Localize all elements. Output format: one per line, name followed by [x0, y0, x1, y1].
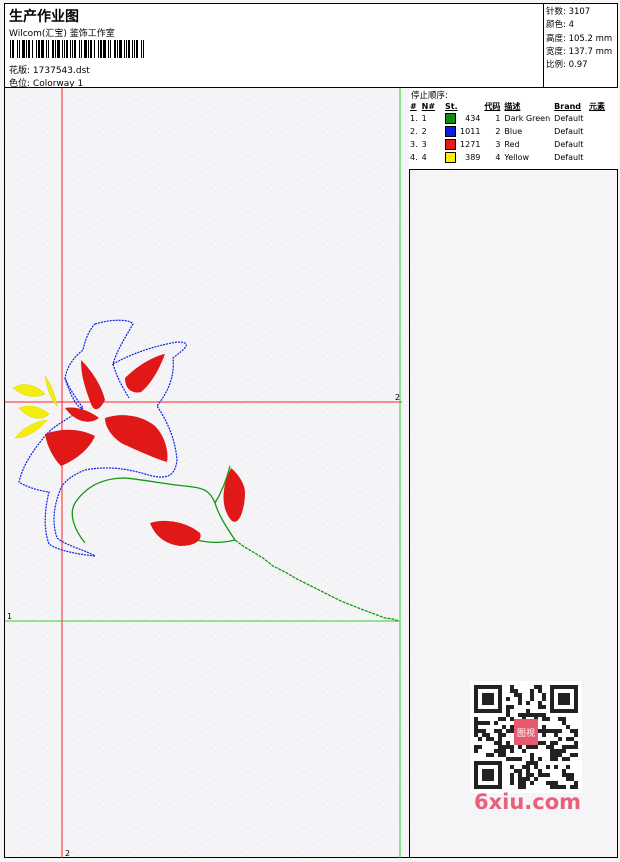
site-logo: 6xiu.com	[474, 790, 582, 814]
stats-panel: 针数: 3107 颜色: 4 高度: 105.2 mm 宽度: 137.7 mm…	[543, 4, 619, 89]
marker-bottom: 2	[65, 849, 70, 858]
stat-colors: 颜色: 4	[546, 20, 574, 31]
stop-sequence-box: 停止顺序: # N# St. 代码 描述 Brand 元素 1. 1 434 1…	[409, 88, 618, 170]
table-row[interactable]: 4. 4 389 4 Yellow Default	[410, 151, 609, 164]
header-panel: 生产作业图 Wilcom(汇宝) 鉴饰工作室 花版: 1737543.dst 色…	[4, 3, 619, 89]
barcode	[10, 40, 144, 58]
color-swatch	[445, 113, 457, 124]
embroidery-preview: 2 2 1	[5, 88, 409, 858]
color-swatch	[445, 126, 457, 137]
color-table-header: # N# St. 代码 描述 Brand 元素	[410, 100, 609, 112]
stat-width: 宽度: 137.7 mm	[546, 46, 613, 57]
col-code: 代码	[484, 101, 501, 111]
color-swatch	[445, 152, 457, 163]
stat-scale: 比例: 0.97	[546, 60, 588, 71]
stamp-icon: 图视	[514, 719, 538, 745]
marker-top-right: 2	[395, 393, 400, 402]
design-label: 花版:	[9, 66, 31, 76]
design-canvas[interactable]: 2 2 1	[5, 88, 410, 858]
col-stitches: St.	[445, 101, 458, 111]
table-row[interactable]: 3. 3 1271 3 Red Default	[410, 138, 609, 151]
col-desc: 描述	[504, 101, 521, 111]
studio-name: Wilcom(汇宝) 鉴饰工作室	[9, 29, 115, 39]
design-value: 1737543.dst	[32, 66, 90, 76]
col-index: #	[410, 101, 417, 111]
design-line: 花版: 1737543.dst	[9, 63, 90, 76]
stat-height: 高度: 105.2 mm	[546, 33, 613, 44]
color-table: # N# St. 代码 描述 Brand 元素 1. 1 434 1 Dark …	[410, 100, 609, 164]
stamp-text: 图视	[517, 727, 535, 739]
stat-stitches: 针数: 3107	[546, 7, 591, 17]
table-row[interactable]: 2. 2 1011 2 Blue Default	[410, 125, 609, 138]
color-swatch	[445, 139, 457, 150]
col-element: 元素	[589, 101, 606, 111]
col-needle: N#	[421, 101, 436, 111]
col-brand: Brand	[554, 101, 582, 111]
qr-code: 图视	[470, 681, 582, 793]
page-title: 生产作业图	[9, 9, 79, 25]
table-row[interactable]: 1. 1 434 1 Dark Green Default	[410, 112, 609, 125]
marker-left: 1	[7, 612, 12, 621]
